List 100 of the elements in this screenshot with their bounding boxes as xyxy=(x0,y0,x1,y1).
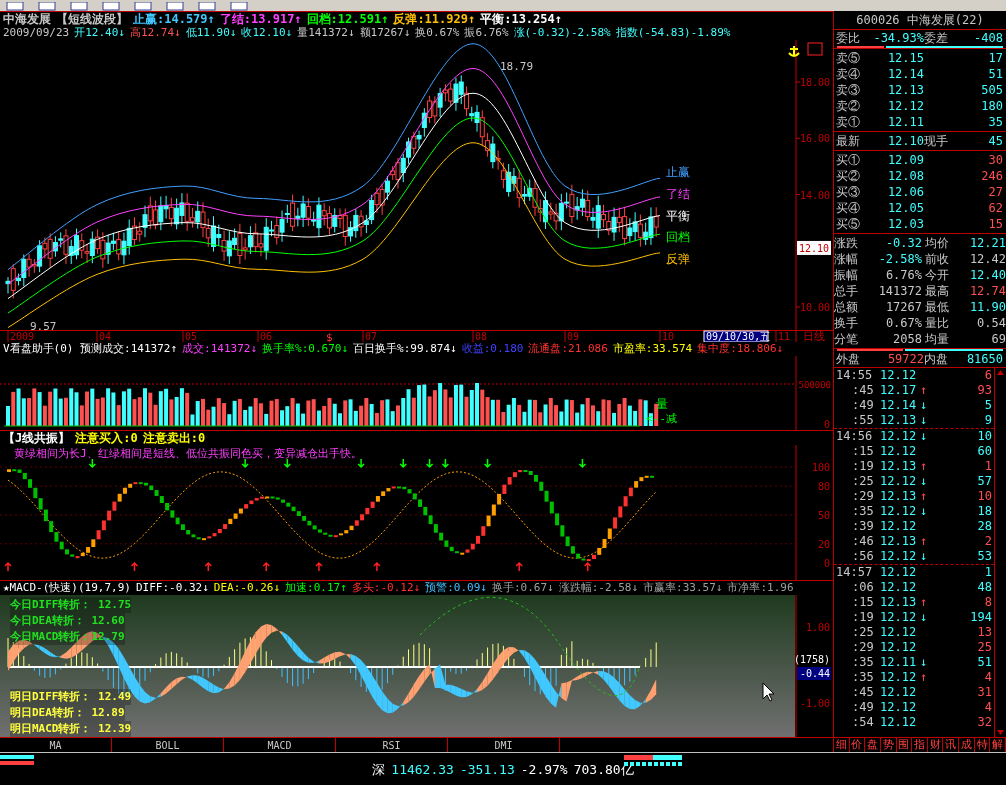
header-value-label: 止赢:14.579↑ xyxy=(133,12,215,26)
stat-value: 0.67% xyxy=(884,315,922,331)
side-tab[interactable]: 成 xyxy=(959,738,975,752)
tick-price: 12.13 xyxy=(880,489,918,504)
toolbar-icon[interactable] xyxy=(166,2,184,11)
toolbar-icon[interactable] xyxy=(70,2,88,11)
toolbar-icon[interactable] xyxy=(102,2,120,11)
order-price: 12.03 xyxy=(886,216,924,232)
header-value-label: 额17267↓ xyxy=(359,26,411,40)
band-label: 平衡 xyxy=(666,208,690,223)
stat-label: 最低 xyxy=(924,299,950,315)
stat-label: 今开 xyxy=(924,267,950,283)
header-value-label: 市净率:1.96 xyxy=(727,581,794,595)
high-price-label: 18.79 xyxy=(500,59,534,73)
header-value-label: 11462.33 xyxy=(391,762,454,777)
pointer-icon xyxy=(762,682,775,702)
header-value-label: 成交:141372↓ xyxy=(182,342,258,356)
order-level-label: 卖① xyxy=(836,114,861,130)
side-tab[interactable]: 讯 xyxy=(943,738,960,752)
tick-price: 12.14 xyxy=(880,398,918,413)
tick-volume: 93 xyxy=(976,383,992,398)
tick-price: 12.12 xyxy=(880,625,918,640)
order-level-label: 买③ xyxy=(836,184,861,200)
scroll-up-icon[interactable] xyxy=(996,368,1005,377)
tick-price: 12.12 xyxy=(880,519,918,534)
side-tab[interactable]: 解 xyxy=(990,738,1006,752)
date-axis-label: 06 xyxy=(260,331,273,342)
tick-price: 12.12 xyxy=(880,715,918,730)
header-value-label: 集中度:18.806↓ xyxy=(697,342,784,356)
tick-price: 12.11 xyxy=(880,655,918,670)
j-axis-label: 100 xyxy=(811,462,830,473)
tick-price: 12.12 xyxy=(880,549,918,564)
header-value-label: 收12.10↓ xyxy=(241,26,293,40)
toolbar-icon[interactable] xyxy=(134,2,152,11)
price-axis-label: 18.00 xyxy=(799,77,830,88)
tick-time: :06 xyxy=(851,580,875,595)
tick-price: 12.12 xyxy=(880,685,918,700)
quote-label: 45 xyxy=(987,133,1003,149)
macd-axis-label: -1.00 xyxy=(799,698,830,709)
header-value-label: V看盘助手(0) 预测成交:141372↑ xyxy=(3,342,178,356)
volume-hint: <--减 xyxy=(646,412,677,425)
stat-value: -2.58% xyxy=(877,251,922,267)
tick-price: 12.12 xyxy=(880,474,918,489)
order-level-label: 卖④ xyxy=(836,66,861,82)
date-axis-label: 05 xyxy=(185,331,198,342)
tick-arrow: ↑ xyxy=(920,534,929,549)
stat-label: 总额 xyxy=(834,299,859,315)
stat-label: 量比 xyxy=(924,315,950,331)
quote-label: -408 xyxy=(973,30,1003,46)
volume-label: 量 xyxy=(656,397,668,411)
volume-axis-label: 0 xyxy=(823,419,830,430)
tick-time: 14:56 xyxy=(836,429,874,444)
tick-volume: 31 xyxy=(976,685,992,700)
volume-axis-label: 500000 xyxy=(798,380,831,390)
toolbar-icon[interactable] xyxy=(6,2,24,11)
toolbar-icon[interactable] xyxy=(38,2,56,11)
header-value-label: 注意买入:0 xyxy=(75,431,138,445)
order-level-label: 卖③ xyxy=(836,82,861,98)
side-tab[interactable]: 盘 xyxy=(865,738,881,752)
header-value-label: 振6.76% xyxy=(464,26,509,40)
order-level-label: 买① xyxy=(836,152,861,168)
grid-icon xyxy=(807,42,823,56)
header-value-label: DEA:-0.26↓ xyxy=(213,581,281,595)
macd-count-tag: (1758) xyxy=(793,653,831,666)
toolbar-icon[interactable] xyxy=(230,2,248,11)
header-value-label: 加速:0.17↑ xyxy=(285,581,347,595)
price-axis-label: 10.00 xyxy=(799,302,830,313)
stat-value: 0.54 xyxy=(976,315,1006,331)
stat-value: 69 xyxy=(990,331,1006,347)
tick-arrow: ↓ xyxy=(920,504,929,519)
side-tab[interactable]: 指 xyxy=(912,738,928,752)
tick-arrow: ↑ xyxy=(920,383,929,398)
tick-arrow: ↓ xyxy=(920,429,929,444)
order-price: 12.08 xyxy=(886,168,924,184)
tick-volume: 10 xyxy=(976,429,992,444)
stat-value: -0.32 xyxy=(884,235,922,251)
header-value-label: 百日换手%:99.874↓ xyxy=(353,342,457,356)
tick-volume: 1 xyxy=(983,565,992,580)
tick-price: 12.12 xyxy=(880,670,918,685)
today-turn-label: 今日DEA转折： 12.60 xyxy=(10,613,125,629)
cursor-date-tag: 09/10/30,五 xyxy=(703,330,771,342)
stat-value: 17267 xyxy=(884,299,922,315)
header-value-label: 指数(-54.83)-1.89% xyxy=(615,26,731,40)
header-value-label: 开12.40↓ xyxy=(74,26,125,40)
toolbar-icon[interactable] xyxy=(198,2,216,11)
date-axis-label: 10 xyxy=(662,331,675,342)
header-value-label: 流通盘:21.086 xyxy=(528,342,608,356)
tick-arrow: ↓ xyxy=(920,474,929,489)
header-value-label: 涨(-0.32)-2.58% xyxy=(513,26,611,40)
order-level-label: 卖⑤ xyxy=(836,50,861,66)
tick-volume: 32 xyxy=(976,715,992,730)
j-axis-label: 80 xyxy=(817,481,830,493)
tick-volume: 2 xyxy=(983,534,992,549)
tick-arrow: ↓ xyxy=(920,549,929,564)
tick-volume: 48 xyxy=(976,580,992,595)
side-tab[interactable]: 细 xyxy=(834,738,850,752)
order-volume: 30 xyxy=(987,152,1003,168)
tick-volume: 10 xyxy=(976,489,992,504)
header-value-label: 低11.90↓ xyxy=(185,26,237,40)
order-price: 12.12 xyxy=(886,98,924,114)
